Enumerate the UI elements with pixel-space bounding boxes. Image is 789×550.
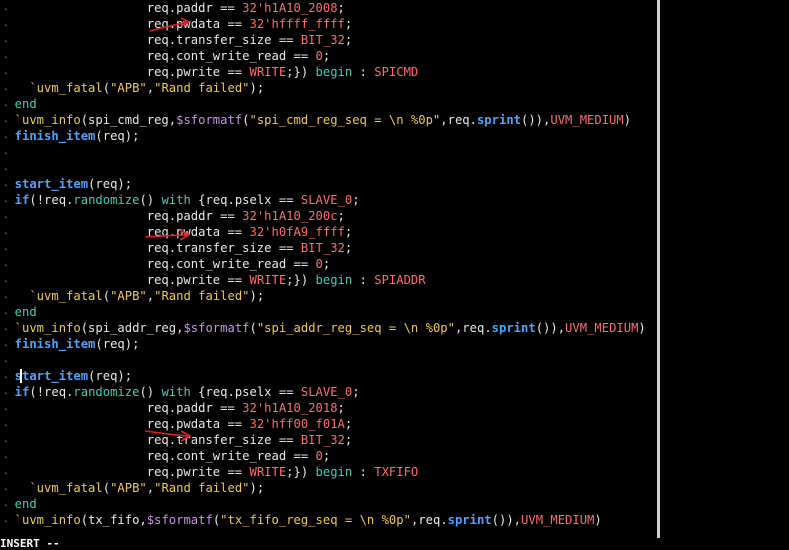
mode-status: INSERT -- xyxy=(0,537,60,550)
red-arrow-pwdata-2 xyxy=(145,234,188,238)
right-pane xyxy=(660,0,789,547)
annotation-layer xyxy=(144,17,192,442)
